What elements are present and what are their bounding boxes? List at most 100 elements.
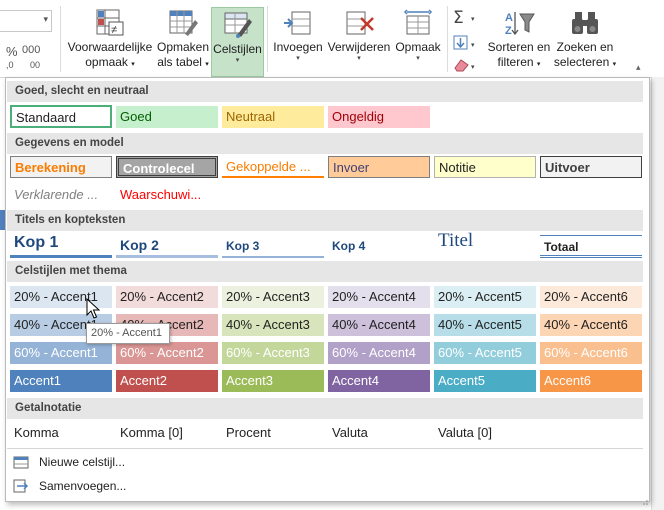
button-label-text: als tabel [157, 55, 202, 69]
button-label: Opmaak [395, 40, 441, 54]
style-60-accent6[interactable]: 60% - Accent6 [540, 342, 642, 364]
style-kop-3[interactable]: Kop 3 [222, 235, 324, 258]
cell-styles-gallery: Goed, slecht en neutraal Standaard Goed … [5, 77, 650, 502]
menu-divider [7, 448, 643, 449]
style-60-accent4[interactable]: 60% - Accent4 [328, 342, 430, 364]
chevron-down-icon: ▾ [357, 55, 361, 62]
style-procent[interactable]: Procent [222, 422, 324, 444]
format-cells-button[interactable]: Opmaak ▾ [393, 6, 443, 76]
svg-text:A: A [505, 12, 513, 24]
resize-grip-icon[interactable] [641, 495, 649, 505]
svg-text:Σ: Σ [453, 8, 464, 26]
style-20-accent4[interactable]: 20% - Accent4 [328, 286, 430, 308]
insert-cells-icon [282, 8, 314, 38]
style-valuta-0[interactable]: Valuta [0] [434, 422, 536, 444]
comma-style-button[interactable]: 000 [22, 44, 40, 56]
section-header-data-model: Gegevens en model [7, 133, 643, 154]
style-accent2[interactable]: Accent2 [116, 370, 218, 392]
ribbon-collapse-button[interactable]: ▴ [636, 62, 652, 74]
clear-eraser-icon[interactable]: ▾ [452, 56, 475, 72]
style-accent1[interactable]: Accent1 [10, 370, 112, 392]
new-style-icon [13, 455, 29, 470]
style-valuta[interactable]: Valuta [328, 422, 430, 444]
section-header-titles-headings: Titels en kopteksten [7, 210, 643, 231]
style-kop-1[interactable]: Kop 1 [10, 233, 112, 258]
chevron-down-icon: ▾ [612, 61, 617, 68]
chevron-down-icon: ▾ [43, 14, 48, 24]
style-accent4[interactable]: Accent4 [328, 370, 430, 392]
style-60-accent5[interactable]: 60% - Accent5 [434, 342, 536, 364]
cell-styles-icon [222, 10, 254, 40]
merge-styles-menu-item[interactable]: Samenvoegen... [7, 475, 643, 499]
style-40-accent3[interactable]: 40% - Accent3 [222, 314, 324, 336]
style-60-accent3[interactable]: 60% - Accent3 [222, 342, 324, 364]
style-kop-4[interactable]: Kop 4 [328, 235, 430, 258]
style-komma[interactable]: Komma [10, 422, 112, 444]
increase-decimal-button[interactable]: ,0 [6, 60, 14, 70]
button-label: Zoeken en [556, 40, 614, 54]
style-20-accent6[interactable]: 20% - Accent6 [540, 286, 642, 308]
sort-filter-button[interactable]: AZ Sorteren en filteren ▾ [484, 6, 554, 76]
insert-cells-button[interactable]: Invoegen ▾ [270, 6, 326, 76]
sheet-vertical-scrollbar[interactable] [651, 77, 664, 510]
style-titel[interactable]: Titel [434, 230, 536, 257]
button-label: Invoegen [273, 40, 323, 54]
style-40-accent5[interactable]: 40% - Accent5 [434, 314, 536, 336]
format-as-table-button[interactable]: Opmaken als tabel ▾ [155, 6, 211, 76]
button-label-2: selecteren ▾ [553, 55, 617, 72]
style-accent6[interactable]: Accent6 [540, 370, 642, 392]
style-waarschuwingstekst[interactable]: Waarschuwi... [116, 184, 218, 206]
merge-styles-icon [13, 479, 29, 494]
style-60-accent1[interactable]: 60% - Accent1 [10, 342, 112, 364]
binoculars-icon [569, 8, 601, 38]
fill-down-icon[interactable]: ▾ [452, 34, 475, 50]
chevron-down-icon: ▾ [235, 57, 240, 64]
autosum-icon[interactable]: Σ ▾ [452, 8, 475, 28]
group-separator [267, 6, 268, 72]
style-neutraal[interactable]: Neutraal [222, 106, 324, 128]
new-cell-style-menu-item[interactable]: Nieuwe celstijl... [7, 451, 643, 475]
style-invoer[interactable]: Invoer [328, 156, 430, 178]
decrease-decimal-button[interactable]: 00 [30, 60, 40, 70]
section-header-themed-styles: Celstijlen met thema [7, 261, 643, 282]
find-select-button[interactable]: Zoeken en selecteren ▾ [553, 6, 617, 76]
style-20-accent3[interactable]: 20% - Accent3 [222, 286, 324, 308]
style-standaard[interactable]: Standaard [10, 105, 112, 128]
style-kop-2[interactable]: Kop 2 [116, 234, 218, 258]
style-uitvoer[interactable]: Uitvoer [540, 156, 642, 178]
delete-cells-button[interactable]: Verwijderen ▾ [325, 6, 393, 76]
style-komma-0[interactable]: Komma [0] [116, 422, 218, 444]
button-label: Celstijlen [213, 42, 262, 56]
number-format-dropdown[interactable]: ▾ [0, 10, 52, 32]
button-label-text: selecteren [553, 55, 610, 69]
ribbon: ▾ % 000 ,0 00 ≠ Voorwaardelijke opmaak ▾… [0, 0, 664, 78]
number-group-fragment: ▾ % 000 ,0 00 [0, 0, 60, 78]
button-label-2: filteren ▾ [484, 55, 554, 72]
percent-style-button[interactable]: % [6, 44, 18, 59]
cell-styles-button[interactable]: Celstijlen ▾ [211, 7, 264, 77]
style-accent5[interactable]: Accent5 [434, 370, 536, 392]
section-header-number-format: Getalnotatie [7, 398, 643, 419]
style-controlecel[interactable]: Controlecel [116, 156, 218, 178]
chevron-down-icon: ▾ [296, 55, 300, 62]
button-label: Voorwaardelijke [67, 40, 153, 54]
style-accent3[interactable]: Accent3 [222, 370, 324, 392]
style-berekening[interactable]: Berekening [10, 156, 112, 178]
style-40-accent4[interactable]: 40% - Accent4 [328, 314, 430, 336]
style-goed[interactable]: Goed [116, 106, 218, 128]
group-separator [447, 6, 448, 72]
chevron-down-icon: ▾ [536, 61, 541, 68]
style-20-accent5[interactable]: 20% - Accent5 [434, 286, 536, 308]
style-gekoppelde-cel[interactable]: Gekoppelde ... [222, 156, 324, 178]
style-60-accent2[interactable]: 60% - Accent2 [116, 342, 218, 364]
style-verklarende-tekst[interactable]: Verklarende ... [10, 184, 112, 206]
style-20-accent2[interactable]: 20% - Accent2 [116, 286, 218, 308]
style-totaal[interactable]: Totaal [540, 235, 642, 258]
conditional-formatting-icon: ≠ [94, 8, 126, 38]
mouse-pointer-icon [86, 297, 101, 320]
conditional-formatting-button[interactable]: ≠ Voorwaardelijke opmaak ▾ [63, 6, 157, 76]
style-40-accent6[interactable]: 40% - Accent6 [540, 314, 642, 336]
style-notitie[interactable]: Notitie [434, 156, 536, 178]
button-label-2: opmaak ▾ [63, 55, 157, 72]
style-ongeldig[interactable]: Ongeldig [328, 106, 430, 128]
